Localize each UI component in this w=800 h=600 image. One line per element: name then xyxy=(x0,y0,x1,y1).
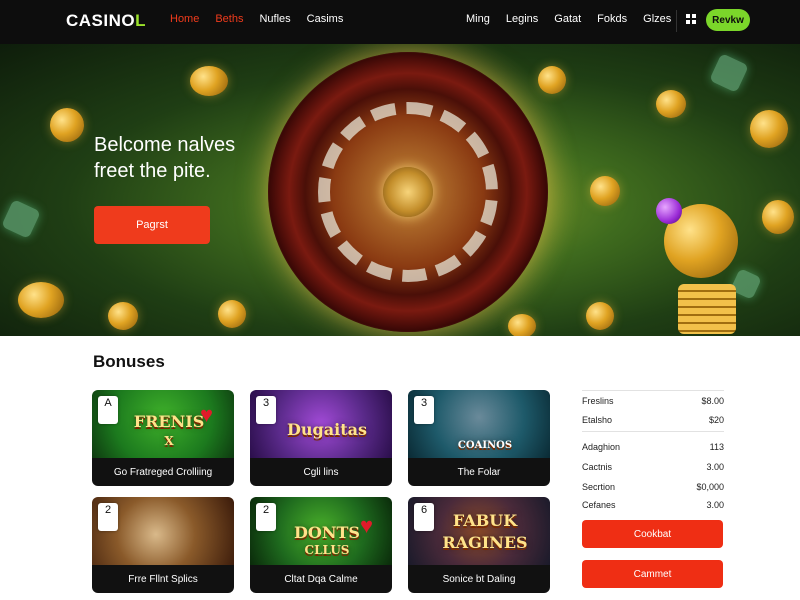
summary-row: Adaghion 113 xyxy=(582,438,724,456)
bonus-card[interactable]: A FRENIS X ♥ Go Fratreged Crolliing xyxy=(92,390,234,486)
summary-row-label: Adaghion xyxy=(582,442,621,452)
nav-link-beths[interactable]: Beths xyxy=(215,13,243,25)
bonus-card-caption: Frre Fllnt Splics xyxy=(92,565,234,593)
bonus-card-art-sub: RAGINES xyxy=(442,533,528,552)
summary-row-value: $0,000 xyxy=(696,482,724,492)
bonus-card[interactable]: 3 COAINOS The Folar xyxy=(408,390,550,486)
coin-stack-image xyxy=(678,284,736,334)
playing-card-icon: 2 xyxy=(98,503,118,531)
card-chip-icon xyxy=(1,199,41,239)
coin-icon xyxy=(656,90,686,118)
coin-icon xyxy=(590,176,620,206)
nav-divider xyxy=(676,10,677,32)
top-navigation: CASINOL Home Beths Nufles Casims Ming Le… xyxy=(0,0,800,44)
review-button[interactable]: Revkw xyxy=(706,9,750,31)
coin-icon xyxy=(190,66,228,96)
cookbat-button[interactable]: Cookbat xyxy=(582,520,723,548)
nav-right-links: Ming Legins Gatat Fokds Glzes xyxy=(466,13,687,25)
heart-icon: ♥ xyxy=(360,513,374,538)
summary-row-value: 113 xyxy=(709,442,724,452)
card-chip-icon xyxy=(709,53,749,93)
bonus-card-art-title: COAINOS xyxy=(457,440,513,451)
summary-row: Secrtion $0,000 xyxy=(582,478,724,496)
bonus-card-art-sub: X xyxy=(164,434,174,448)
heart-icon: ♥ xyxy=(200,402,214,427)
bonus-card-art: 6 FABUK RAGINES xyxy=(408,497,550,565)
coin-icon xyxy=(750,110,788,148)
bonus-card[interactable]: 3 Dugaitas Cgli lins xyxy=(250,390,392,486)
bonus-card[interactable]: 2 Frre Fllnt Splics xyxy=(92,497,234,593)
coin-icon xyxy=(218,300,246,328)
logo-accent-text: L xyxy=(135,11,147,30)
coin-icon xyxy=(586,302,614,330)
bonuses-title: Bonuses xyxy=(93,352,165,371)
summary-row-value: 3.00 xyxy=(706,462,724,472)
bonus-card-art: 2 xyxy=(92,497,234,565)
hero-title: Belcome nalves freet the pite. xyxy=(94,132,235,184)
bonus-card-art: A FRENIS X ♥ xyxy=(92,390,234,458)
register-button[interactable]: Pagrst xyxy=(94,206,210,244)
summary-row: Cefanes 3.00 xyxy=(582,496,724,514)
hero-banner: Belcome nalves freet the pite. Pagrst xyxy=(0,44,800,336)
bonus-card-art-sub: CLLUS xyxy=(304,543,350,557)
summary-row: Freslins $8.00 xyxy=(582,392,724,410)
summary-row: Cactnis 3.00 xyxy=(582,458,724,476)
nav-link-home[interactable]: Home xyxy=(170,13,199,25)
summary-row-label: Secrtion xyxy=(582,482,616,492)
summary-row-value: 3.00 xyxy=(706,500,724,510)
cammet-button[interactable]: Cammet xyxy=(582,560,723,588)
bonus-card-caption: Cltat Dqa Calme xyxy=(250,565,392,593)
coin-icon xyxy=(508,314,536,336)
coin-icon xyxy=(108,302,138,330)
purple-orb-icon xyxy=(656,198,682,224)
bonus-card-art-title: Dugaitas xyxy=(287,420,367,439)
grid-icon[interactable] xyxy=(686,14,696,24)
nav-left-links: Home Beths Nufles Casims xyxy=(170,13,359,25)
summary-row-label: Etalsho xyxy=(582,415,613,425)
bonus-card-caption: The Folar xyxy=(408,458,550,486)
bonus-card-caption: Go Fratreged Crolliing xyxy=(92,458,234,486)
summary-divider xyxy=(582,431,724,432)
summary-row-value: $20 xyxy=(708,415,724,425)
nav-link-casims[interactable]: Casims xyxy=(307,13,344,25)
nav-link-legins[interactable]: Legins xyxy=(506,13,538,25)
summary-row-label: Freslins xyxy=(582,396,614,406)
coin-icon xyxy=(762,200,794,234)
nav-link-nufles[interactable]: Nufles xyxy=(259,13,290,25)
bonus-card-art-title: FABUK xyxy=(452,511,518,530)
nav-link-glzes[interactable]: Glzes xyxy=(643,13,671,25)
logo-main-text: CASINO xyxy=(66,11,136,30)
playing-card-icon: 3 xyxy=(414,396,434,424)
bonus-card-art: 2 DONTS CLLUS ♥ xyxy=(250,497,392,565)
roulette-hub xyxy=(383,167,433,217)
coin-icon xyxy=(50,108,84,142)
hero-title-line2: freet the pite. xyxy=(94,160,211,182)
summary-row-value: $8.00 xyxy=(701,396,724,406)
summary-divider xyxy=(582,390,724,391)
summary-row-label: Cactnis xyxy=(582,462,613,472)
nav-link-gatat[interactable]: Gatat xyxy=(554,13,581,25)
bonus-card-art: 3 COAINOS xyxy=(408,390,550,458)
bonus-card-caption: Cgli lins xyxy=(250,458,392,486)
bonus-card-caption: Sonice bt Daling xyxy=(408,565,550,593)
nav-link-fokds[interactable]: Fokds xyxy=(597,13,627,25)
casino-logo[interactable]: CASINOL xyxy=(66,11,146,31)
bonus-card[interactable]: 6 FABUK RAGINES Sonice bt Daling xyxy=(408,497,550,593)
summary-row: Etalsho $20 xyxy=(582,411,724,429)
bonus-card-art: 3 Dugaitas xyxy=(250,390,392,458)
hero-title-line1: Belcome nalves xyxy=(94,134,236,156)
nav-link-ming[interactable]: Ming xyxy=(466,13,490,25)
bonus-card[interactable]: 2 DONTS CLLUS ♥ Cltat Dqa Calme xyxy=(250,497,392,593)
summary-row-label: Cefanes xyxy=(582,500,616,510)
coin-icon xyxy=(538,66,566,94)
coin-icon xyxy=(18,282,64,318)
